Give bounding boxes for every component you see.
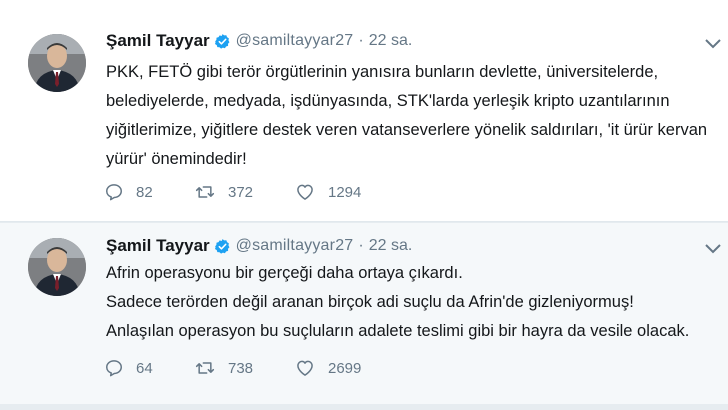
heart-icon	[297, 360, 313, 376]
reply-button[interactable]: 82	[104, 182, 194, 202]
reply-count: 82	[136, 183, 153, 201]
avatar[interactable]	[28, 238, 86, 296]
tweet-text-line: yiğitlerimize, yiğitlere destek veren va…	[106, 121, 708, 139]
retweet-button[interactable]: 372	[194, 182, 294, 202]
avatar[interactable]	[28, 34, 86, 92]
tweet-feed: Şamil Tayyar @samiltayyar27 · 22 sa. PKK…	[0, 0, 728, 410]
reply-icon	[106, 184, 122, 201]
timestamp[interactable]: 22 sa.	[369, 32, 413, 50]
like-count: 1294	[328, 183, 362, 201]
tweet-text-line: PKK, FETÖ gibi terör örgütlerinin yanısı…	[106, 63, 659, 81]
verified-badge-icon	[214, 33, 231, 50]
retweet-icon	[195, 362, 215, 374]
chevron-down-icon[interactable]	[704, 243, 722, 255]
like-count: 2699	[328, 359, 362, 377]
tweet-text-line: yürür' önemindedir!	[106, 150, 247, 168]
tweet[interactable]: Şamil Tayyar @samiltayyar27 · 22 sa. PKK…	[0, 0, 728, 222]
retweet-button[interactable]: 738	[194, 358, 294, 378]
retweet-count: 738	[228, 359, 254, 377]
verified-badge-icon	[214, 238, 231, 255]
tweet-actions: 82 372 1294	[104, 182, 394, 202]
author-name[interactable]: Şamil Tayyar	[106, 236, 210, 256]
separator-dot: ·	[358, 32, 364, 49]
separator-dot: ·	[358, 237, 364, 254]
tweet-header: Şamil Tayyar @samiltayyar27 · 22 sa.	[106, 31, 412, 51]
retweet-icon	[195, 186, 215, 198]
reply-icon	[106, 360, 122, 377]
heart-icon	[297, 184, 313, 200]
retweet-count: 372	[228, 183, 254, 201]
tweet-text-line: Sadece terörden değil aranan birçok adi …	[106, 293, 634, 311]
like-button[interactable]: 2699	[294, 358, 394, 378]
tweet-text-line: belediyelerde, medyada, işdünyasında, ST…	[106, 92, 670, 110]
tweet-text: Afrin operasyonu bir gerçeği daha ortaya…	[106, 259, 698, 346]
author-handle[interactable]: @samiltayyar27	[236, 237, 354, 255]
chevron-down-icon[interactable]	[704, 38, 722, 50]
tweet-text-line: Anlaşılan operasyon bu suçluların adalet…	[106, 322, 690, 340]
tweet-text: PKK, FETÖ gibi terör örgütlerinin yanısı…	[106, 58, 708, 174]
tweet-actions: 64 738 2699	[104, 358, 394, 378]
reply-count: 64	[136, 359, 153, 377]
author-handle[interactable]: @samiltayyar27	[236, 32, 354, 50]
tweet-text-line: Afrin operasyonu bir gerçeği daha ortaya…	[106, 264, 463, 282]
timestamp[interactable]: 22 sa.	[369, 237, 413, 255]
author-name[interactable]: Şamil Tayyar	[106, 31, 210, 51]
tweet-header: Şamil Tayyar @samiltayyar27 · 22 sa.	[106, 236, 412, 256]
like-button[interactable]: 1294	[294, 182, 394, 202]
reply-button[interactable]: 64	[104, 358, 194, 378]
